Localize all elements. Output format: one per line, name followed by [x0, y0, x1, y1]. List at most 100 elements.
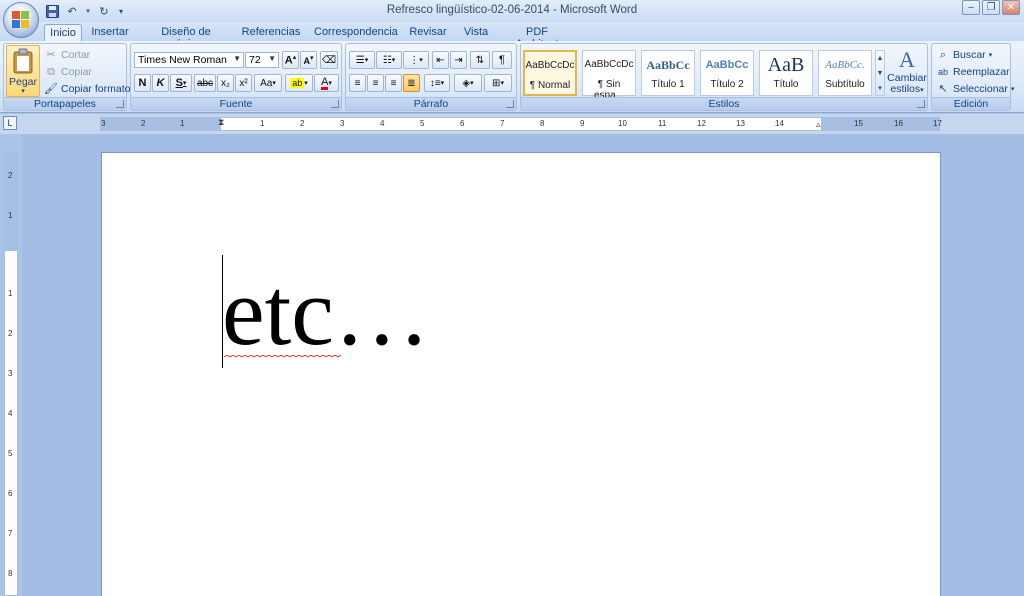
bullets-icon: ☰ [355, 54, 365, 66]
group-paragraph: ☰ ▾ ☷ ▾ ⋮ ▾ ⇤ ⇥ ⇅ ¶ ≡ ≡ ≡ ≣ ↕≡ ▾ ◈ ▾ ⊞ ▾ Párra… [345, 43, 517, 111]
find-button[interactable]: ⌕ Buscar ▾ [936, 48, 992, 62]
font-color-button[interactable]: A ▾ [314, 74, 339, 92]
title-bar: ↶ ▾ ↻ ▾ Refresco lingüístico-02-06-2014 … [0, 0, 1024, 22]
line-spacing-button[interactable]: ↕≡ ▾ [424, 74, 450, 92]
underline-label: S [175, 77, 183, 89]
borders-button[interactable]: ⊞ ▾ [484, 74, 512, 92]
horizontal-ruler[interactable]: 3 2 1 ⧗ 1 2 3 4 5 6 7 8 9 10 11 12 13 14… [100, 117, 942, 131]
ruler-tick-label: 3 [8, 369, 13, 378]
clear-format-button[interactable]: ⌫ [320, 51, 338, 69]
justify-icon: ≣ [407, 77, 416, 89]
tab-revisar[interactable]: Revisar [408, 24, 448, 41]
scroll-down-icon[interactable]: ▼ [876, 66, 884, 81]
restore-button[interactable]: ❐ [982, 0, 1000, 15]
change-styles-label-2: estilos [890, 83, 921, 95]
decrease-indent-button[interactable]: ⇤ [432, 51, 449, 69]
tab-insertar[interactable]: Insertar [88, 24, 132, 41]
numbering-icon: ☷ [382, 54, 392, 66]
align-center-button[interactable]: ≡ [367, 74, 384, 92]
subscript-button[interactable]: x₂ [217, 74, 234, 92]
chevron-down-icon: ▾ [272, 80, 276, 87]
minimize-button[interactable]: – [962, 0, 980, 15]
clipboard-launcher-icon[interactable] [116, 100, 124, 108]
style-titulo-1[interactable]: AaBbCc Título 1 [641, 50, 695, 96]
replace-button[interactable]: ab Reemplazar [936, 65, 1010, 79]
shrink-font-button[interactable]: A▾ [300, 51, 317, 69]
right-indent-marker-icon[interactable]: ▵ [816, 119, 821, 130]
ruler-tick-label: 3 [340, 119, 345, 128]
group-label-editing: Edición [932, 97, 1010, 110]
align-left-button[interactable]: ≡ [349, 74, 366, 92]
font-launcher-icon[interactable] [331, 100, 339, 108]
group-label-font: Fuente [131, 97, 341, 110]
align-right-button[interactable]: ≡ [385, 74, 402, 92]
office-button[interactable] [3, 2, 39, 38]
tab-vista[interactable]: Vista [460, 24, 492, 41]
change-case-button[interactable]: Aa ▾ [254, 74, 282, 92]
close-button[interactable]: ✕ [1002, 0, 1020, 15]
cut-button[interactable]: ✂ Cortar [44, 48, 90, 62]
grow-font-button[interactable]: A▴ [282, 51, 299, 69]
eraser-icon: ⌫ [321, 54, 337, 66]
tab-pdf-architect[interactable]: PDF Architect [504, 24, 570, 50]
tab-correspondencia[interactable]: Correspondencia [314, 24, 398, 41]
bold-button[interactable]: N [134, 74, 151, 92]
style-name: Título 1 [651, 79, 685, 90]
ruler-tick-label: 2 [8, 171, 13, 180]
style-titulo[interactable]: AaB Título [759, 50, 813, 96]
format-painter-button[interactable]: 🖌 Copiar formato [44, 82, 130, 96]
show-formatting-button[interactable]: ¶ [492, 51, 512, 69]
line-spacing-icon: ↕≡ [429, 77, 441, 89]
paste-button[interactable]: Pegar ▾ [6, 45, 40, 97]
increase-indent-button[interactable]: ⇥ [450, 51, 467, 69]
group-styles: AaBbCcDc ¶ Normal AaBbCcDc ¶ Sin espa...… [520, 43, 928, 111]
italic-button[interactable]: K [152, 74, 169, 92]
font-size-combo[interactable]: 72 ▼ [245, 52, 279, 68]
styles-launcher-icon[interactable] [917, 100, 925, 108]
shading-button[interactable]: ◈ ▾ [454, 74, 482, 92]
indent-marker-icon[interactable]: ⧗ [218, 117, 224, 128]
multilevel-list-button[interactable]: ⋮ ▾ [403, 51, 429, 69]
select-button[interactable]: ↖ Seleccionar ▾ [936, 82, 1014, 96]
underline-button[interactable]: S ▾ [170, 74, 192, 92]
cursor-arrow-icon: ↖ [938, 83, 948, 95]
sort-button[interactable]: ⇅ [470, 51, 490, 69]
style-preview: AaBbCcDc [584, 59, 634, 70]
ruler-tick-label: 1 [260, 119, 265, 128]
numbering-button[interactable]: ☷ ▾ [376, 51, 402, 69]
window-title: Refresco lingüístico-02-06-2014 - Micros… [386, 4, 638, 16]
style-name: Título [773, 79, 799, 90]
ruler-tick-label: 10 [618, 119, 627, 128]
ruler-tick-label: 14 [775, 119, 784, 128]
more-styles-icon[interactable]: ▾ [876, 81, 884, 96]
strikethrough-button[interactable]: abc [194, 74, 216, 92]
font-size-value: 72 [249, 54, 261, 66]
copy-button[interactable]: ⧉ Copiar [44, 65, 92, 79]
tab-diseno-de-pagina[interactable]: Diseño de página [144, 24, 228, 50]
tab-inicio[interactable]: Inicio [44, 24, 82, 41]
font-name-combo[interactable]: Times New Roman ▼ [134, 52, 244, 68]
tab-selector-button[interactable]: L [3, 116, 17, 130]
chevron-down-icon: ▾ [304, 80, 308, 87]
style-sin-espaciado[interactable]: AaBbCcDc ¶ Sin espa... [582, 50, 636, 101]
vertical-ruler[interactable]: 2 1 1 2 3 4 5 6 7 8 [4, 152, 18, 596]
scroll-up-icon[interactable]: ▲ [876, 51, 884, 66]
paragraph-launcher-icon[interactable] [506, 100, 514, 108]
style-titulo-2[interactable]: AaBbCc Título 2 [700, 50, 754, 96]
document-text[interactable]: etc… [222, 262, 430, 362]
style-normal[interactable]: AaBbCcDc ¶ Normal [523, 50, 577, 96]
change-styles-button[interactable]: A Cambiar estilos▾ [887, 47, 927, 99]
bullets-button[interactable]: ☰ ▾ [349, 51, 375, 69]
tab-referencias[interactable]: Referencias [240, 24, 302, 41]
document-page[interactable] [101, 152, 941, 596]
styles-scroll[interactable]: ▲ ▼ ▾ [875, 50, 885, 96]
highlight-button[interactable]: ab ▾ [285, 74, 313, 92]
ruler-tick-label: 2 [8, 329, 13, 338]
group-editing: ⌕ Buscar ▾ ab Reemplazar ↖ Seleccionar ▾… [931, 43, 1014, 111]
ruler-tick-label: 17 [933, 119, 942, 128]
superscript-button[interactable]: x² [235, 74, 252, 92]
style-subtitulo[interactable]: AaBbCc. Subtítulo [818, 50, 872, 96]
find-label: Buscar [953, 49, 986, 61]
ruler-top-margin [5, 153, 17, 251]
justify-button[interactable]: ≣ [403, 74, 420, 92]
